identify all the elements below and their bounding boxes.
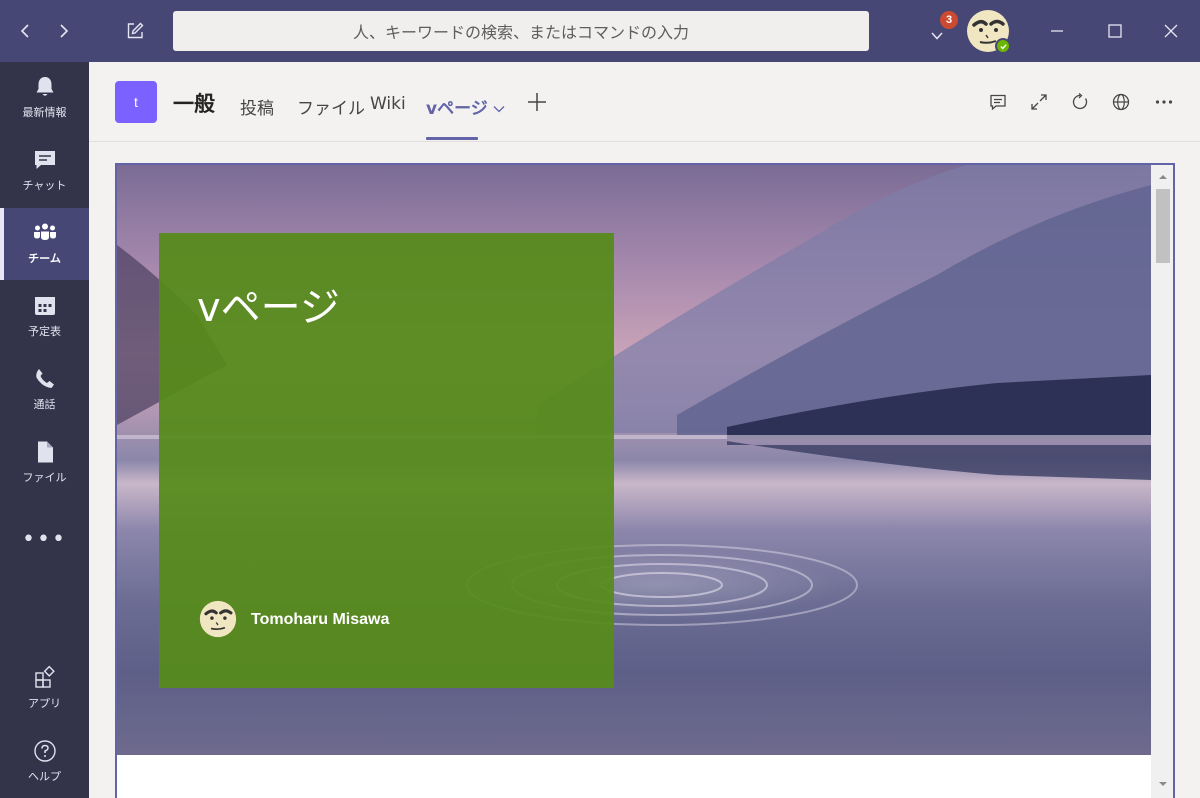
rail-item-apps[interactable]: アプリ: [0, 653, 89, 725]
compose-icon: [127, 22, 144, 39]
scroll-down-arrow-icon[interactable]: [1157, 778, 1169, 790]
avatar-face-icon: [199, 600, 237, 638]
tab-vpage-label: vページ: [426, 99, 488, 119]
help-icon: [33, 740, 56, 762]
channel-header: t 一般 投稿 ファイル Wiki vページ: [89, 62, 1200, 142]
rail-item-files[interactable]: ファイル: [0, 427, 89, 499]
rail-label: 最新情報: [22, 106, 67, 119]
rail-more-button[interactable]: •••: [0, 524, 89, 554]
tab-files[interactable]: ファイル: [297, 94, 365, 119]
plus-icon: [528, 93, 546, 111]
title-card: vページ Tomoharu Misawa: [159, 233, 614, 688]
rail-item-calls[interactable]: 通話: [0, 354, 89, 426]
channel-name: 一般: [173, 92, 215, 116]
expand-button[interactable]: [1028, 91, 1050, 113]
chevron-right-icon: [60, 24, 69, 38]
notification-badge: 3: [940, 11, 958, 29]
open-in-browser-button[interactable]: [1110, 91, 1132, 113]
rail-label: アプリ: [28, 697, 61, 710]
rail-item-calendar[interactable]: 予定表: [0, 281, 89, 353]
team-avatar[interactable]: t: [115, 81, 157, 123]
rail-item-help[interactable]: ヘルプ: [0, 726, 89, 798]
rail-label: 通話: [33, 398, 56, 411]
close-button[interactable]: [1142, 0, 1200, 62]
chat-icon: [34, 151, 55, 169]
active-tab-indicator: [426, 137, 478, 140]
rail-item-activity[interactable]: 最新情報: [0, 62, 89, 134]
notifications-button[interactable]: 3: [928, 11, 958, 48]
author-avatar: [199, 600, 237, 638]
compose-button[interactable]: [122, 18, 148, 44]
reload-button[interactable]: [1069, 91, 1091, 113]
tab-wiki[interactable]: Wiki: [370, 94, 406, 114]
rail-label: 予定表: [28, 325, 61, 338]
chevron-down-icon: [931, 32, 943, 40]
close-icon: [1164, 24, 1178, 38]
minimize-icon: [1051, 30, 1063, 32]
author-name: Tomoharu Misawa: [251, 611, 390, 628]
tab-content-frame: vページ Tomoharu Misawa: [115, 163, 1175, 798]
more-icon: [1155, 100, 1173, 104]
phone-icon: [35, 369, 54, 388]
scrollbar-thumb[interactable]: [1156, 189, 1170, 263]
more-options-button[interactable]: [1153, 91, 1175, 113]
rail-label: チャット: [22, 179, 67, 192]
app-rail: 最新情報 チャット チーム 予定表 通話 ファイル ••• アプリ ヘルプ: [0, 62, 89, 798]
scroll-up-arrow-icon[interactable]: [1157, 171, 1169, 183]
calendar-icon: [34, 297, 55, 315]
expand-icon: [1031, 94, 1047, 110]
search-input[interactable]: 人、キーワードの検索、またはコマンドの入力: [173, 11, 869, 51]
chevron-down-icon: [493, 106, 505, 113]
vertical-scrollbar[interactable]: [1151, 165, 1173, 798]
title-bar: 人、キーワードの検索、またはコマンドの入力 3: [0, 0, 1200, 62]
conversation-button[interactable]: [987, 91, 1009, 113]
refresh-icon: [1072, 92, 1088, 110]
rail-label: ヘルプ: [28, 770, 61, 783]
conversation-icon: [990, 94, 1006, 111]
chevron-left-icon: [20, 24, 29, 38]
rail-item-chat[interactable]: チャット: [0, 135, 89, 207]
tab-posts[interactable]: 投稿: [240, 94, 274, 119]
search-placeholder: 人、キーワードの検索、またはコマンドの入力: [352, 23, 689, 42]
hero-banner: vページ Tomoharu Misawa: [117, 165, 1151, 755]
add-tab-button[interactable]: [525, 90, 549, 114]
presence-available-icon: [995, 38, 1011, 54]
rail-item-teams[interactable]: チーム: [0, 208, 89, 280]
page-title: vページ: [197, 285, 340, 331]
teams-icon: [33, 223, 56, 240]
globe-icon: [1112, 93, 1130, 111]
file-icon: [37, 441, 53, 463]
bell-icon: [36, 77, 53, 96]
tab-vpage[interactable]: vページ: [426, 94, 506, 119]
rail-label: ファイル: [22, 471, 67, 484]
back-button[interactable]: [13, 18, 39, 44]
apps-icon: [34, 665, 55, 688]
minimize-button[interactable]: [1028, 0, 1086, 62]
maximize-button[interactable]: [1086, 0, 1144, 62]
maximize-icon: [1108, 24, 1122, 38]
rail-label: チーム: [28, 252, 61, 265]
forward-button[interactable]: [50, 18, 76, 44]
